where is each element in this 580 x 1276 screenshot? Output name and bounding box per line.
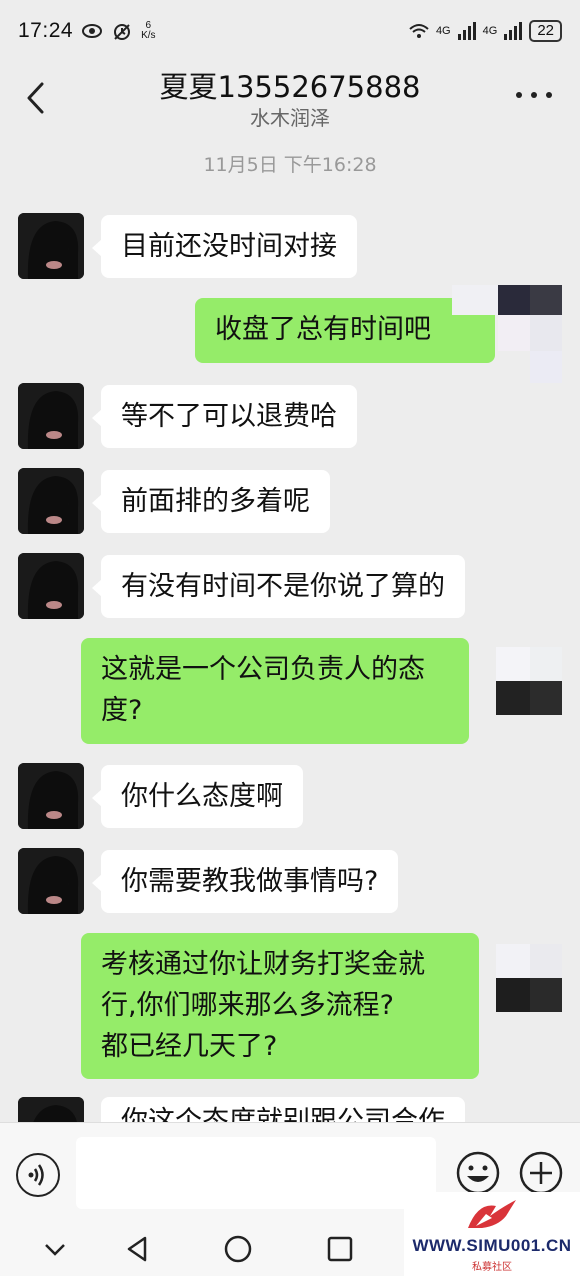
contact-avatar[interactable] [18, 468, 84, 534]
recents-square-icon[interactable] [323, 1232, 357, 1266]
emoji-icon[interactable] [455, 1150, 501, 1196]
message-bubble-received[interactable]: 有没有时间不是你说了算的 [92, 555, 465, 618]
message-text: 有没有时间不是你说了算的 [121, 571, 445, 602]
message-bubble-sent[interactable]: 收盘了总有时间吧 [195, 298, 495, 363]
plus-icon[interactable] [518, 1150, 564, 1196]
message-bubble-sent[interactable]: 这就是一个公司负责人的态 度? [81, 638, 469, 744]
message-text: 等不了可以退费哈 [121, 401, 337, 432]
watermark-logo-icon [468, 1200, 516, 1228]
contact-avatar[interactable] [18, 848, 84, 914]
message-bubble-received[interactable]: 你需要教我做事情吗? [91, 850, 399, 913]
message-bubble-received[interactable]: 你什么态度啊 [92, 765, 303, 828]
message-text: 你什么态度啊 [121, 781, 283, 812]
message-text: 收盘了总有时间吧 [215, 314, 431, 345]
signal-icon [504, 22, 523, 40]
site-watermark: WWW.SIMU001.CN 私募社区 [404, 1192, 580, 1276]
message-text: 你需要教我做事情吗? [121, 866, 379, 897]
chat-title: 夏夏13552675888 [159, 70, 421, 104]
message-text: 这就是一个公司负责人的态 [101, 654, 425, 685]
speed-unit: K/s [141, 30, 156, 41]
avatar-mosaic [452, 285, 562, 383]
chat-header: 夏夏13552675888 水木润泽 [0, 62, 580, 138]
message-text: 前面排的多着呢 [121, 486, 310, 517]
message-bubble-received[interactable]: 前面排的多着呢 [92, 470, 330, 533]
contact-avatar[interactable] [18, 383, 84, 449]
watermark-text: WWW.SIMU001.CN [412, 1236, 572, 1255]
message-input[interactable] [76, 1137, 436, 1209]
status-bar: 17:24 6 K/s 4G 4G 22 [0, 0, 580, 62]
home-circle-icon[interactable] [221, 1232, 255, 1266]
contact-avatar[interactable] [18, 553, 84, 619]
watermark-subtext: 私募社区 [472, 1262, 512, 1273]
message-text: 你这个态度就别跟公司合作 [121, 1106, 445, 1122]
message-text: 都已经几天了? [101, 1031, 278, 1062]
message-bubble-received[interactable]: 目前还没时间对接 [92, 215, 357, 278]
message-bubble-received[interactable]: 等不了可以退费哈 [92, 385, 357, 448]
battery-level: 22 [529, 20, 562, 42]
contact-avatar[interactable] [18, 213, 84, 279]
signal-label-1: 4G [435, 25, 451, 37]
wifi-icon [409, 24, 429, 38]
message-bubble-received[interactable]: 你这个态度就别跟公司合作 [101, 1097, 465, 1122]
message-bubble-sent[interactable]: 考核通过你让财务打奖金就 行,你们哪来那么多流程? 都已经几天了? [81, 933, 479, 1079]
avatar-mosaic [466, 647, 562, 715]
voice-icon[interactable] [16, 1153, 60, 1197]
chevron-down-icon[interactable] [38, 1232, 72, 1266]
alarm-icon [114, 24, 131, 40]
contact-avatar[interactable] [18, 1097, 84, 1122]
status-time: 17:24 [18, 19, 74, 42]
chat-subtitle: 水木润泽 [250, 106, 330, 130]
back-triangle-icon[interactable] [120, 1232, 154, 1266]
avatar-mosaic [466, 944, 562, 1012]
contact-avatar[interactable] [18, 763, 84, 829]
network-speed: 6 K/s [141, 21, 155, 41]
message-text: 目前还没时间对接 [121, 231, 337, 262]
message-text: 考核通过你让财务打奖金就 [101, 949, 425, 980]
message-timestamp: 11月5日 下午16:28 [203, 154, 377, 176]
eye-icon [82, 24, 103, 38]
signal-icon [457, 22, 476, 40]
message-text: 行,你们哪来那么多流程? [101, 990, 394, 1021]
message-text: 度? [101, 695, 143, 726]
more-dots-icon[interactable] [516, 92, 552, 104]
signal-label-2: 4G [482, 25, 498, 37]
